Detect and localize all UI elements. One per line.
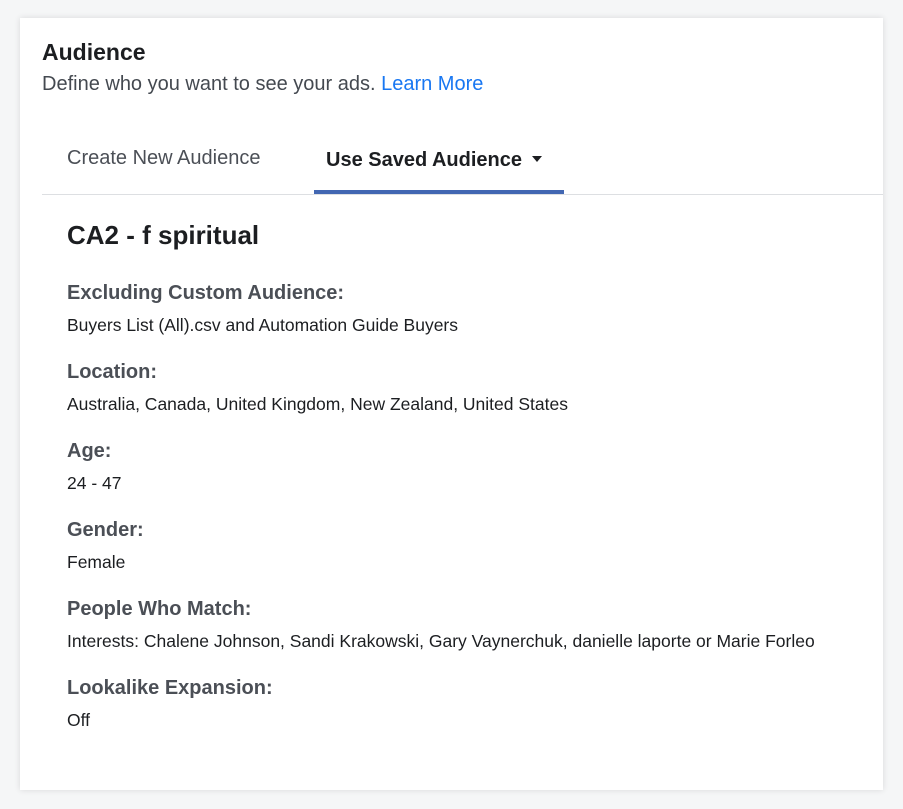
field-people-who-match: People Who Match: Interests: Chalene Joh… xyxy=(67,596,873,653)
audience-header: Audience Define who you want to see your… xyxy=(42,38,883,97)
audience-tabs: Create New Audience Use Saved Audience xyxy=(42,136,883,195)
field-value: Interests: Chalene Johnson, Sandi Krakow… xyxy=(67,631,815,651)
field-label: Gender: xyxy=(67,519,144,541)
field-label: Location: xyxy=(67,361,157,383)
section-title: Audience xyxy=(42,39,146,65)
caret-down-icon[interactable] xyxy=(532,156,543,163)
field-value: Buyers List (All).csv and Automation Gui… xyxy=(67,315,459,335)
saved-audience-details: CA2 - f spiritual Excluding Custom Audie… xyxy=(67,218,873,754)
tab-label: Use Saved Audience xyxy=(326,149,523,171)
tab-use-saved-audience[interactable]: Use Saved Audience xyxy=(314,136,564,194)
field-label: People Who Match: xyxy=(67,598,252,620)
field-value: Australia, Canada, United Kingdom, New Z… xyxy=(67,394,568,414)
subtitle-text: Define who you want to see your ads. xyxy=(42,73,376,95)
audience-card: Audience Define who you want to see your… xyxy=(20,18,883,790)
field-lookalike-expansion: Lookalike Expansion: Off xyxy=(67,675,873,732)
learn-more-link[interactable]: Learn More xyxy=(381,73,483,95)
section-subtitle: Define who you want to see your ads. Lea… xyxy=(42,71,883,97)
tab-label: Create New Audience xyxy=(67,147,261,169)
tab-create-new-audience[interactable]: Create New Audience xyxy=(67,136,260,194)
field-label: Lookalike Expansion: xyxy=(67,677,273,699)
field-excluding-custom-audience: Excluding Custom Audience: Buyers List (… xyxy=(67,280,873,337)
field-label: Age: xyxy=(67,440,112,462)
saved-audience-name: CA2 - f spiritual xyxy=(67,220,260,250)
field-label: Excluding Custom Audience: xyxy=(67,282,345,304)
field-value: Female xyxy=(67,552,126,572)
field-gender: Gender: Female xyxy=(67,517,873,574)
field-value: 24 - 47 xyxy=(67,473,122,493)
field-value: Off xyxy=(67,710,91,730)
field-location: Location: Australia, Canada, United King… xyxy=(67,359,873,416)
field-age: Age: 24 - 47 xyxy=(67,438,873,495)
